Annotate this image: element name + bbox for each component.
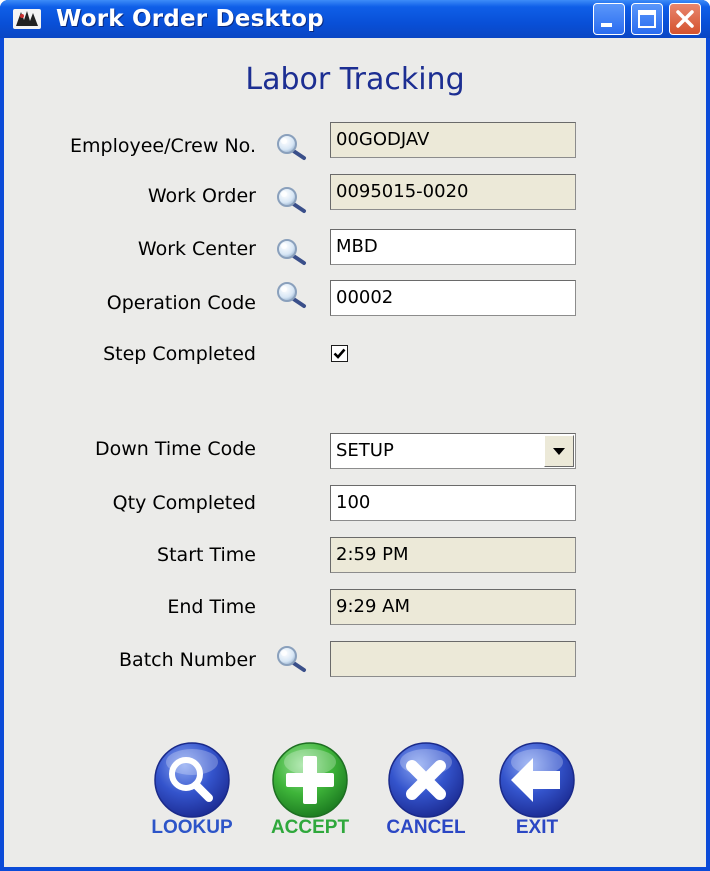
back-arrow-icon [499,742,575,818]
app-icon [13,9,41,29]
accept-button[interactable]: ACCEPT [255,740,365,850]
maximize-icon [638,10,656,28]
plus-icon [272,742,348,818]
minimize-button[interactable] [593,3,625,35]
step-completed-checkbox[interactable] [331,345,348,362]
operation-code-label: Operation Code [106,292,256,314]
magnifier-icon[interactable] [275,238,309,266]
x-icon [388,742,464,818]
exit-button[interactable]: EXIT [482,740,592,850]
close-button[interactable] [669,3,701,35]
down-time-code-label: Down Time Code [94,438,256,460]
batch-number-field[interactable] [330,641,576,677]
operation-code-field[interactable]: 00002 [330,280,576,316]
cancel-label: CANCEL [386,817,466,838]
qty-completed-field[interactable]: 100 [330,485,576,521]
window-title: Work Order Desktop [56,6,324,32]
cancel-button[interactable]: CANCEL [371,740,481,850]
checkmark-icon [333,348,346,359]
dropdown-button[interactable] [544,435,574,467]
employee-field[interactable]: 00GODJAV [330,122,576,158]
qty-completed-label: Qty Completed [112,492,256,514]
down-time-code-select[interactable]: SETUP [330,433,576,469]
magnifier-icon[interactable] [275,281,309,309]
end-time-label: End Time [167,596,256,618]
lookup-label: LOOKUP [151,817,233,838]
magnifier-icon[interactable] [275,186,309,214]
end-time-field[interactable]: 9:29 AM [330,589,576,625]
magnifier-icon[interactable] [275,133,309,161]
work-center-label: Work Center [137,238,256,260]
work-order-label: Work Order [147,185,256,207]
maximize-button[interactable] [631,3,663,35]
batch-number-label: Batch Number [119,649,256,671]
chevron-down-icon [553,448,565,455]
title-bar[interactable]: Work Order Desktop [0,0,710,38]
magnifier-icon[interactable] [275,645,309,673]
down-time-code-value: SETUP [336,440,394,461]
close-icon [676,10,694,28]
lookup-button[interactable]: LOOKUP [137,740,247,850]
employee-label: Employee/Crew No. [70,135,256,157]
accept-label: ACCEPT [270,817,350,838]
work-center-field[interactable]: MBD [330,229,576,265]
start-time-field[interactable]: 2:59 PM [330,537,576,573]
exit-label: EXIT [515,817,559,838]
work-order-field[interactable]: 0095015-0020 [330,174,576,210]
form-panel: Labor Tracking Employee/Crew No. 00GODJA… [4,38,706,867]
page-title: Labor Tracking [245,62,465,97]
minimize-icon [601,23,612,27]
step-completed-label: Step Completed [103,343,256,365]
app-window: Work Order Desktop Labor Tracking Employ… [0,0,710,871]
magnifier-icon [154,742,230,818]
start-time-label: Start Time [157,544,256,566]
